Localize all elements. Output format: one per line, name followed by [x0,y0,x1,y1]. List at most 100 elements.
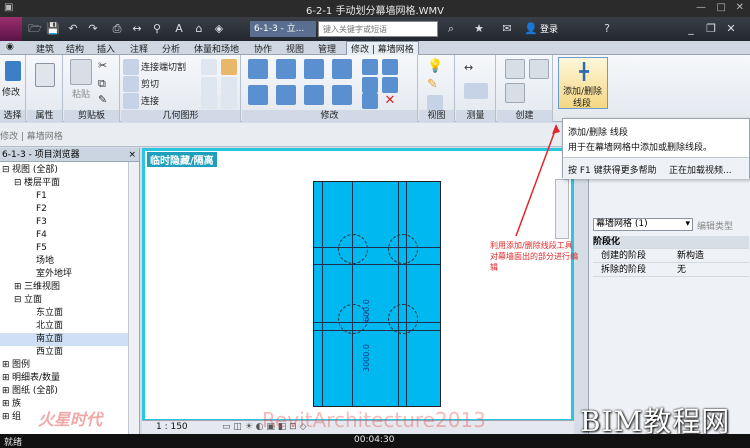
create-group-icon[interactable] [505,59,525,79]
navigation-bar[interactable] [555,179,569,239]
window-close-icon[interactable]: ✕ [724,22,738,36]
create-parts-icon[interactable] [505,83,525,103]
browser-scrollbar[interactable] [128,162,139,434]
tree-node[interactable]: F3 [0,216,128,229]
tab-collaborate[interactable]: 协作 [254,42,272,55]
tree-node[interactable]: ⊞ 三维视图 [0,281,128,294]
close-icon[interactable]: ✕ [736,2,744,13]
grid-line-h1[interactable] [314,247,440,248]
paste-icon[interactable] [70,59,92,85]
override-graphics-icon[interactable]: ✎ [427,77,443,93]
tree-node[interactable]: 东立面 [0,307,128,320]
type-selector[interactable]: 幕墙网格 (1) ▾ [593,218,693,231]
tab-massing[interactable]: 体量和场地 [194,42,239,55]
browser-close-icon[interactable]: × [128,148,136,162]
tree-node[interactable]: ⊟ 立面 [0,294,128,307]
view-scale[interactable]: 1 : 150 [156,422,188,432]
align-icon[interactable] [248,59,268,79]
tree-node[interactable]: 南立面 [0,333,128,346]
grid-line-v2[interactable] [352,182,353,406]
section-icon[interactable]: ◈ [212,22,226,36]
paste-label[interactable]: 粘贴 [72,87,90,100]
measure-icon[interactable]: ↔ [130,22,144,36]
tab-manage[interactable]: 管理 [318,42,336,55]
cut-geometry-label[interactable]: 连接端切割 [141,60,186,73]
undo-icon[interactable]: ↶ [66,22,80,36]
move-icon[interactable] [248,85,268,105]
window-restore-icon[interactable]: ❐ [704,22,718,36]
grid-line-v1[interactable] [322,182,323,406]
window-minimize-icon[interactable]: _ [684,22,698,36]
tree-node[interactable]: 西立面 [0,346,128,359]
scale-icon[interactable] [362,77,378,93]
modify-cursor-icon[interactable] [5,61,21,81]
tree-node[interactable]: ⊟ 视图 (全部) [0,164,128,177]
demolish-icon[interactable] [201,93,217,109]
tree-node[interactable]: ⊞ 图纸 (全部) [0,385,128,398]
tree-expand-icon[interactable]: ⊟ [14,294,24,307]
tree-expand-icon[interactable]: ⊞ [2,385,12,398]
grid-line-h4[interactable] [314,330,440,331]
dimension-icon[interactable] [464,83,488,99]
elevation-view[interactable]: 临时隐藏/隔离 3000.0 600.0 [142,148,574,422]
grid-line-h3[interactable] [314,322,440,323]
mirror-axis-icon[interactable] [304,59,324,79]
unpin-icon[interactable] [362,93,378,109]
trim-icon[interactable] [123,76,139,92]
tree-expand-icon[interactable]: ⊟ [14,177,24,190]
array-icon[interactable] [382,59,398,75]
tree-node[interactable]: F5 [0,242,128,255]
mirror-draw-icon[interactable] [332,59,352,79]
tab-insert[interactable]: 插入 [97,42,115,55]
maximize-icon[interactable]: □ [717,2,726,13]
tree-expand-icon[interactable]: ⊟ [2,164,12,177]
3d-view-icon[interactable]: ⌂ [192,22,206,36]
hide-bulb-icon[interactable]: 💡 [427,59,443,75]
delete-icon[interactable]: ✕ [382,93,398,109]
tab-annotate[interactable]: 注释 [130,42,148,55]
redo-icon[interactable]: ↷ [86,22,100,36]
tree-expand-icon[interactable]: ⊞ [2,372,12,385]
grid-line-h2[interactable] [314,264,440,265]
binoculars-icon[interactable]: ⌕ [444,22,458,36]
subscription-icon[interactable]: ★ [472,22,486,36]
create-similar-icon[interactable] [529,59,549,79]
tree-expand-icon[interactable]: ⊞ [2,359,12,372]
measure-tool-icon[interactable]: ↔ [464,61,488,77]
copy-icon[interactable]: ⧉ [98,77,114,93]
modify-button-label[interactable]: 修改 [2,85,20,98]
tree-node[interactable]: F1 [0,190,128,203]
paint-icon[interactable] [221,59,237,75]
open-icon[interactable]: 🗁 [28,22,42,36]
tooltip-help[interactable]: 按 F1 键获得更多帮助 [568,163,657,176]
wall-joins-icon[interactable] [201,59,217,75]
save-icon[interactable]: 💾 [46,22,60,36]
tree-node[interactable]: 北立面 [0,320,128,333]
tree-node[interactable]: 室外地坪 [0,268,128,281]
tree-expand-icon[interactable]: ⊞ [2,398,12,411]
match-properties-icon[interactable]: ✎ [98,93,114,109]
property-value[interactable]: 新构造 [677,250,704,263]
communication-icon[interactable]: ✉ [500,22,514,36]
help-icon[interactable]: ? [600,22,614,36]
element-icon[interactable] [221,93,237,109]
tree-expand-icon[interactable]: ⊞ [2,411,12,424]
tree-node[interactable]: ⊞ 明细表/数量 [0,372,128,385]
tree-node[interactable]: ⊞ 图例 [0,359,128,372]
rotate-icon[interactable] [304,85,324,105]
join-icon[interactable] [123,93,139,109]
tab-architecture[interactable]: 建筑 [36,42,54,55]
pin-icon[interactable] [382,77,398,93]
tab-modify-curtain-grid[interactable]: 修改 | 幕墙网格 [346,41,419,55]
grid-line-v4[interactable] [406,182,407,406]
trim-extend-icon[interactable] [332,85,352,105]
copy-element-icon[interactable] [276,85,296,105]
join-label[interactable]: 连接 [141,94,159,107]
tree-node[interactable]: ⊟ 楼层平面 [0,177,128,190]
tab-structure-pre[interactable]: ◉ [6,42,14,52]
add-remove-segments-button[interactable]: ╋ 添加/删除 线段 [558,57,608,109]
cut-icon[interactable]: ✂ [98,59,114,75]
cut-geometry-icon[interactable] [123,59,139,75]
tab-structure[interactable]: 结构 [66,42,84,55]
text-icon[interactable]: A [172,22,186,36]
